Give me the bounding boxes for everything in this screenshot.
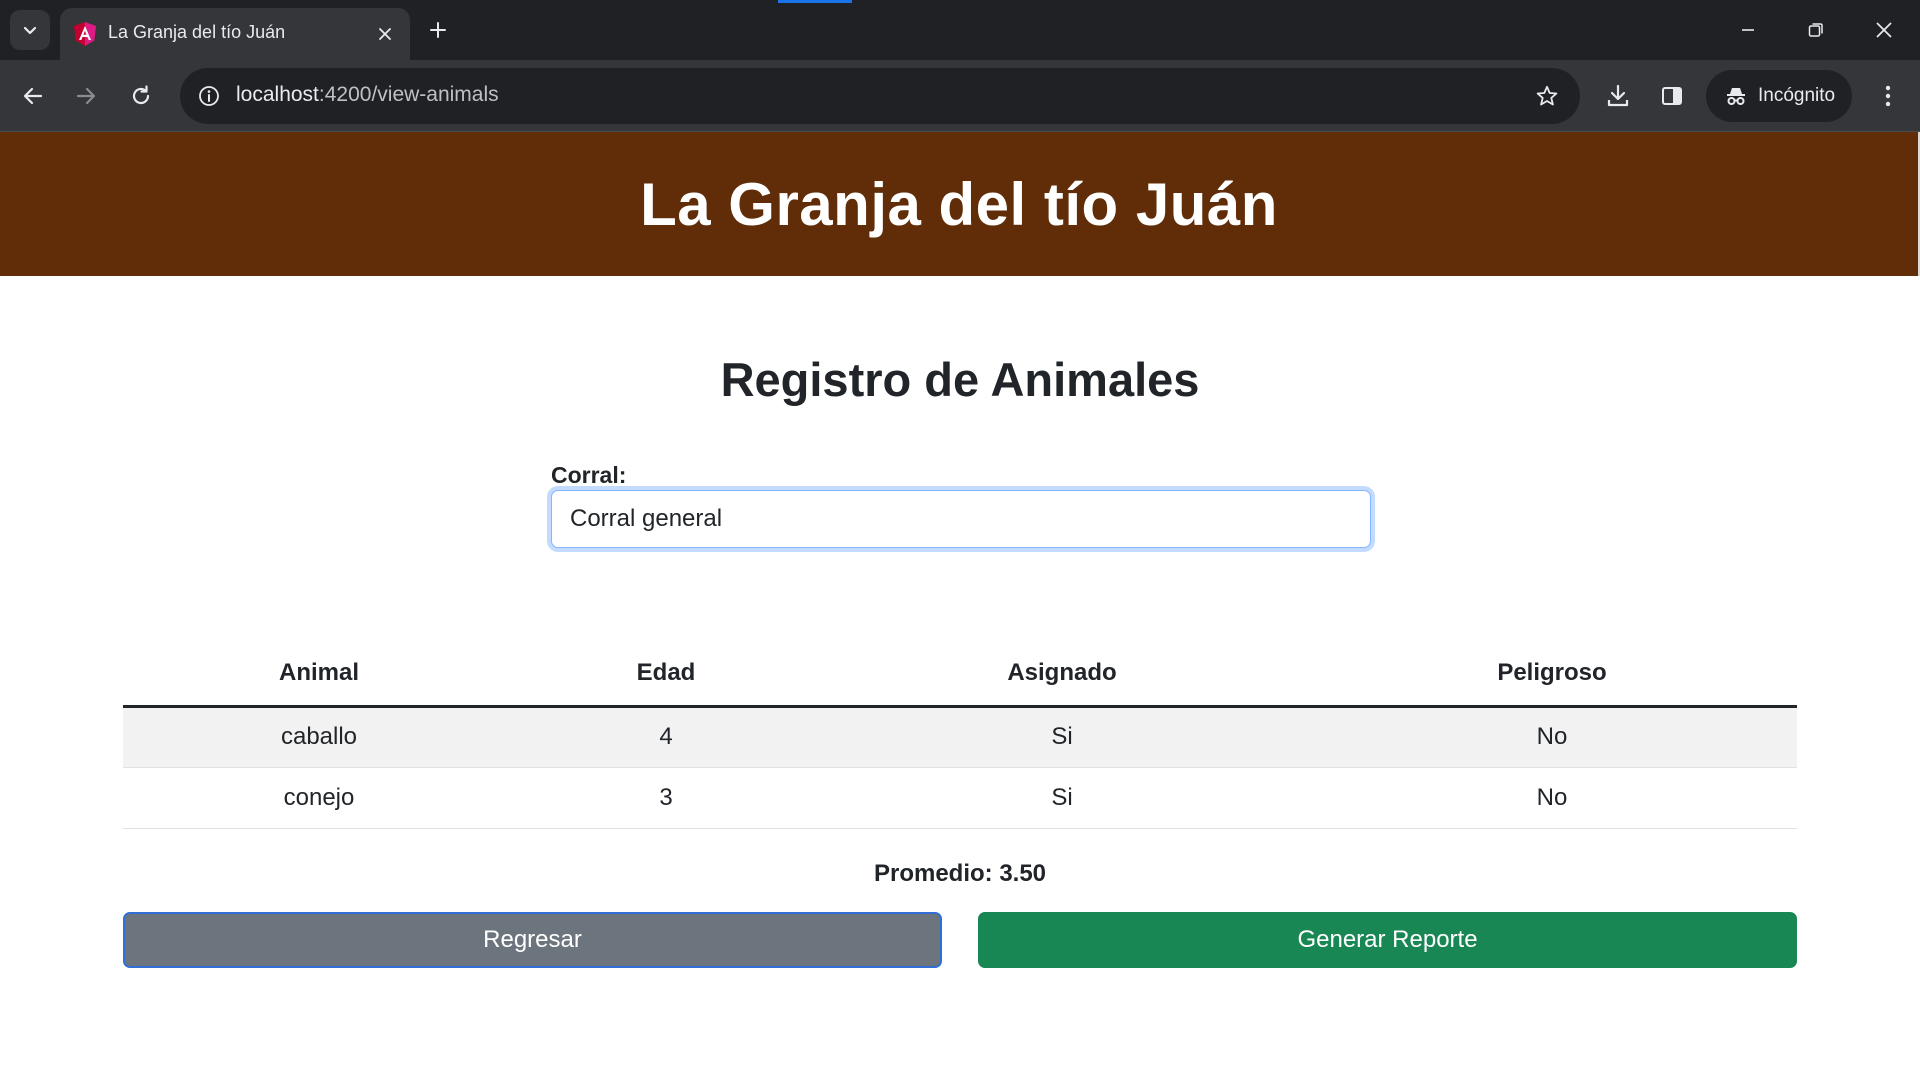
side-panel-icon <box>1662 87 1682 105</box>
address-bar[interactable]: localhost:4200/view-animals <box>180 68 1580 124</box>
close-window-icon <box>1876 22 1892 38</box>
table-header-row: Animal Edad Asignado Peligroso <box>123 642 1797 708</box>
animals-table: Animal Edad Asignado Peligroso caballo 4… <box>123 642 1797 829</box>
plus-icon <box>430 22 446 38</box>
cell-animal: conejo <box>123 767 515 829</box>
restore-icon <box>1808 23 1823 37</box>
cell-animal: caballo <box>123 706 515 768</box>
site-info-button[interactable] <box>194 81 224 111</box>
page-header: La Granja del tío Juán <box>0 132 1918 276</box>
browser-toolbar: localhost:4200/view-animals Incógnito <box>0 60 1920 132</box>
section-title: Registro de Animales <box>720 353 1200 406</box>
forward-arrow-icon <box>76 87 96 105</box>
kebab-menu-icon <box>1885 85 1891 107</box>
restore-button[interactable] <box>1782 0 1850 60</box>
bookmark-button[interactable] <box>1532 81 1562 111</box>
back-button-regresar[interactable]: Regresar <box>123 912 942 968</box>
browser-tab-active[interactable]: La Granja del tío Juán <box>60 8 410 60</box>
cell-peligroso: No <box>1307 706 1797 768</box>
generate-report-label: Generar Reporte <box>1297 926 1478 953</box>
incognito-indicator[interactable]: Incógnito <box>1706 70 1852 122</box>
incognito-icon <box>1727 88 1745 105</box>
cell-edad: 4 <box>515 706 817 768</box>
chevron-down-icon <box>23 26 37 35</box>
site-title: La Granja del tío Juán <box>640 170 1278 238</box>
url-host: localhost <box>236 83 319 106</box>
new-tab-button[interactable] <box>420 10 456 50</box>
download-icon <box>1607 84 1629 107</box>
back-button[interactable] <box>10 73 56 119</box>
table-row: caballo 4 Si No <box>123 706 1797 768</box>
minimize-button[interactable] <box>1714 0 1782 60</box>
tab-title: La Granja del tío Juán <box>108 22 286 42</box>
bookmark-star-icon <box>1536 85 1558 106</box>
cell-asignado: Si <box>817 767 1307 829</box>
reload-icon <box>132 85 150 105</box>
close-icon <box>379 28 391 40</box>
url-path: :4200/view-animals <box>318 83 499 106</box>
browser-tab-strip: La Granja del tío Juán <box>0 0 1920 60</box>
tab-close-button[interactable] <box>370 19 400 49</box>
cell-peligroso: No <box>1307 767 1797 829</box>
cell-asignado: Si <box>817 706 1307 768</box>
browser-menu-button[interactable] <box>1870 78 1906 114</box>
corral-input[interactable] <box>551 490 1371 548</box>
table-row: conejo 3 Si No <box>123 767 1797 829</box>
minimize-icon <box>1742 29 1754 31</box>
reload-button[interactable] <box>118 73 164 119</box>
incognito-label: Incógnito <box>1758 85 1836 106</box>
column-header-animal: Animal <box>123 642 515 708</box>
side-panel-button[interactable] <box>1654 78 1690 114</box>
forward-button[interactable] <box>63 73 109 119</box>
page-content: La Granja del tío Juán Registro de Anima… <box>0 132 1920 1080</box>
generate-report-button[interactable]: Generar Reporte <box>978 912 1797 968</box>
column-header-peligroso: Peligroso <box>1307 642 1797 708</box>
back-button-label: Regresar <box>483 926 582 953</box>
back-arrow-icon <box>23 87 43 105</box>
url-text[interactable]: localhost:4200/view-animals <box>236 83 499 107</box>
site-info-icon <box>199 86 219 106</box>
column-header-asignado: Asignado <box>817 642 1307 708</box>
column-header-edad: Edad <box>515 642 817 708</box>
downloads-button[interactable] <box>1600 78 1636 114</box>
cell-edad: 3 <box>515 767 817 829</box>
average-age: Promedio: 3.50 <box>873 860 1047 887</box>
loading-indicator <box>778 0 852 3</box>
angular-favicon <box>74 22 96 46</box>
close-window-button[interactable] <box>1850 0 1918 60</box>
corral-label: Corral: <box>551 462 627 488</box>
tab-search-button[interactable] <box>10 10 50 50</box>
